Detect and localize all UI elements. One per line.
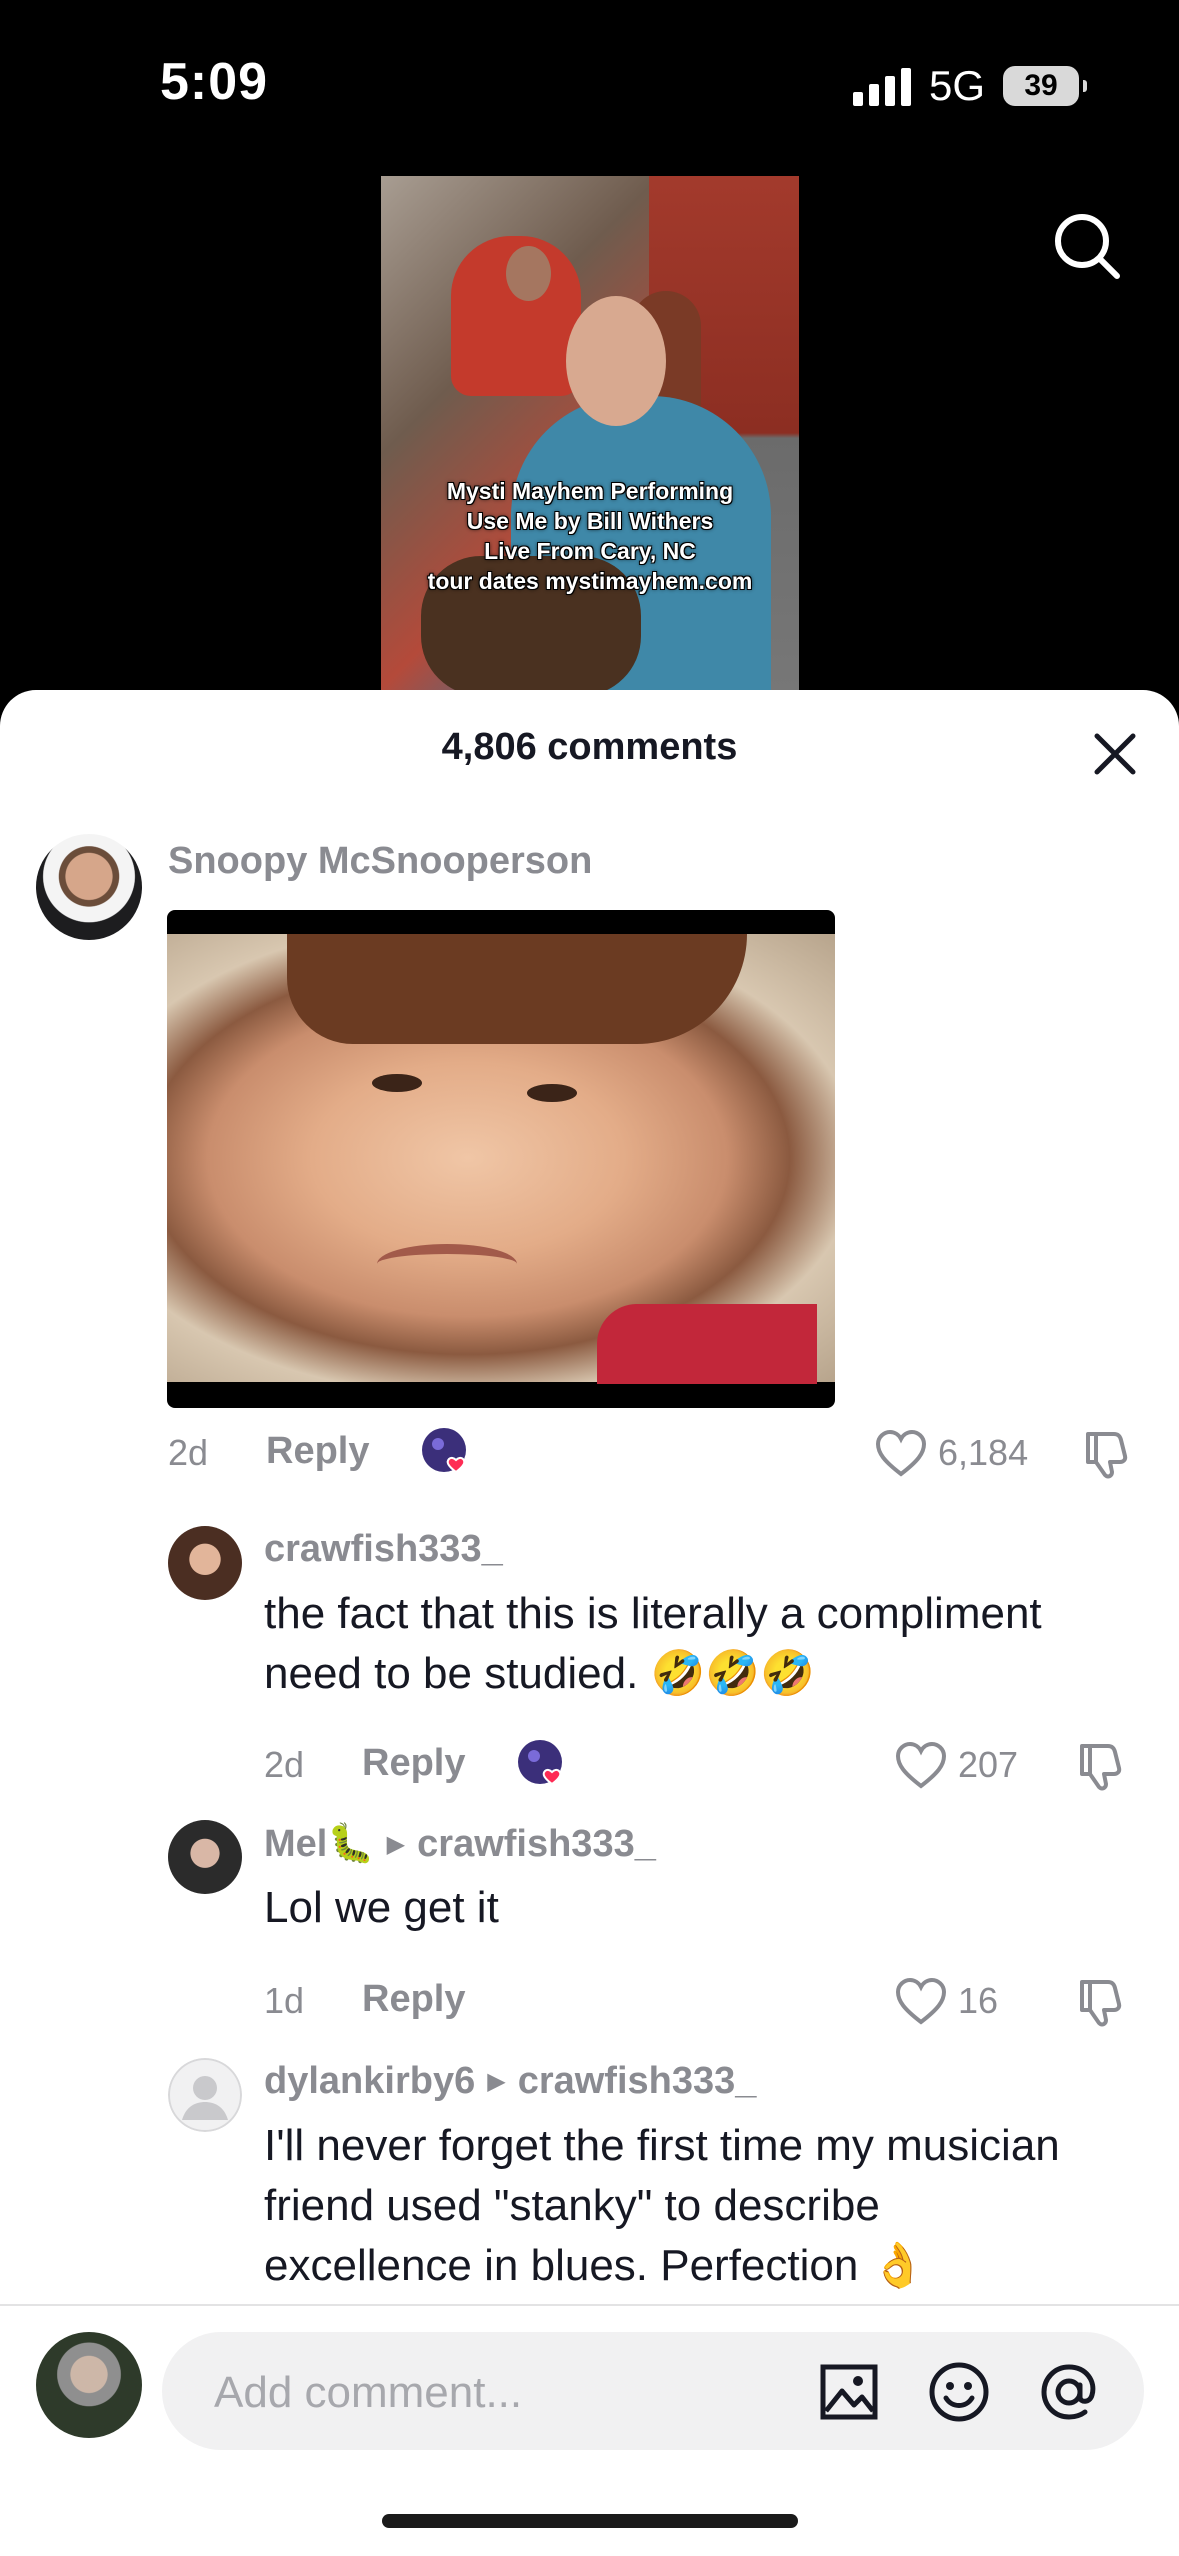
heart-icon [875,1429,927,1477]
comment-username[interactable]: dylankirby6 ▶ crawfish333_ [264,2060,756,2103]
reply-arrow-icon: ▶ [487,2068,506,2095]
signal-icon [852,66,911,106]
caption-line: Use Me by Bill Withers [466,508,714,534]
comment-text: Lol we get it [264,1883,499,1932]
comment-username[interactable]: crawfish333_ [264,1528,503,1571]
comment-text-line-part: excellence in blues. Perfection [264,2241,859,2290]
avatar[interactable] [168,1526,242,1600]
comments-sheet: 4,806 comments Snoopy McSnooperson 2d Re… [0,690,1179,2556]
comment-username[interactable]: Snoopy McSnooperson [168,840,592,883]
caption-line: Live From Cary, NC [484,538,696,564]
status-time: 5:09 [160,53,269,111]
heart-icon [895,1741,947,1789]
heart-icon [895,1977,947,2025]
comment-text-line: need to be studied. 🤣🤣🤣 [264,1644,1042,1704]
emoji: 👌 [870,2241,926,2290]
comment-text-line: I'll never forget the first time my musi… [264,2121,1060,2170]
like-button[interactable]: 207 [894,1740,1018,1790]
comment-text-line: the fact that this is literally a compli… [264,1589,1042,1638]
video-caption: Mysti Mayhem Performing Use Me by Bill W… [381,476,799,596]
reply-arrow-icon: ▶ [386,1830,406,1858]
avatar[interactable] [36,834,142,940]
meme-eye [372,1074,422,1092]
comment-image[interactable] [167,910,835,1408]
battery-icon: 39 [1003,66,1087,106]
reply-to-username[interactable]: crawfish333_ [417,1823,656,1866]
like-count: 207 [958,1744,1019,1785]
comment-text: I'll never forget the first time my musi… [264,2116,1060,2296]
mention-icon[interactable] [1038,2361,1100,2423]
like-button[interactable]: 16 [894,1976,998,2026]
default-avatar-icon[interactable] [168,2058,242,2132]
like-count: 6,184 [938,1432,1029,1473]
caption-line: tour dates mystimayhem.com [427,568,753,594]
comment-text-line: excellence in blues. Perfection 👌 [264,2236,1060,2296]
comments-count-title: 4,806 comments [441,726,738,768]
emoji: 🤣🤣🤣 [650,1649,815,1698]
comment-text-line: friend used "stanky" to describe [264,2181,880,2230]
comment-username-text: Mel🐛 [264,1823,375,1865]
video-background-head [506,246,551,301]
dislike-icon[interactable] [1080,1428,1132,1480]
creator-liked-icon [422,1428,466,1474]
comment-input[interactable]: Add comment... [162,2332,1144,2450]
meme-mouth [377,1244,517,1284]
search-icon[interactable] [1051,210,1123,282]
image-icon[interactable] [818,2361,880,2423]
meme-hair [287,934,747,1044]
reply-button[interactable]: Reply [362,1978,465,2021]
current-user-avatar[interactable] [36,2332,142,2438]
meme-photo [167,934,835,1384]
home-indicator [382,2514,798,2528]
video-preview[interactable]: Mysti Mayhem Performing Use Me by Bill W… [381,176,799,690]
comment-age: 1d [264,1980,305,2021]
close-icon[interactable] [1087,726,1143,782]
dislike-icon[interactable] [1074,1740,1126,1792]
meme-eye [527,1084,577,1102]
battery-level: 39 [1024,69,1058,102]
emoji-icon[interactable] [928,2361,990,2423]
comment-age: 2d [264,1744,305,1785]
video-performer-head [566,296,666,426]
comment-text: the fact that this is literally a compli… [264,1584,1042,1704]
network-type: 5G [928,62,985,109]
avatar[interactable] [168,1820,242,1894]
like-button[interactable]: 6,184 [874,1428,1028,1478]
status-indicators: 5G 39 [852,62,1087,110]
reply-button[interactable]: Reply [266,1430,369,1473]
dislike-icon[interactable] [1074,1976,1126,2028]
screen: 5:09 5G 39 Mysti Mayhem Performing Use M… [0,0,1179,2556]
comment-username[interactable]: Mel🐛 ▶ crawfish333_ [264,1822,656,1866]
comment-text-line-part: need to be studied. [264,1649,639,1698]
comment-input-placeholder: Add comment... [214,2368,523,2417]
meme-collar [597,1304,817,1384]
comment-username-text: dylankirby6 [264,2060,476,2102]
caption-line: Mysti Mayhem Performing [446,478,734,504]
reply-button[interactable]: Reply [362,1742,465,1785]
comment-age: 2d [168,1432,209,1473]
creator-liked-icon [518,1740,562,1786]
like-count: 16 [958,1980,999,2021]
reply-to-username[interactable]: crawfish333_ [518,2060,757,2103]
